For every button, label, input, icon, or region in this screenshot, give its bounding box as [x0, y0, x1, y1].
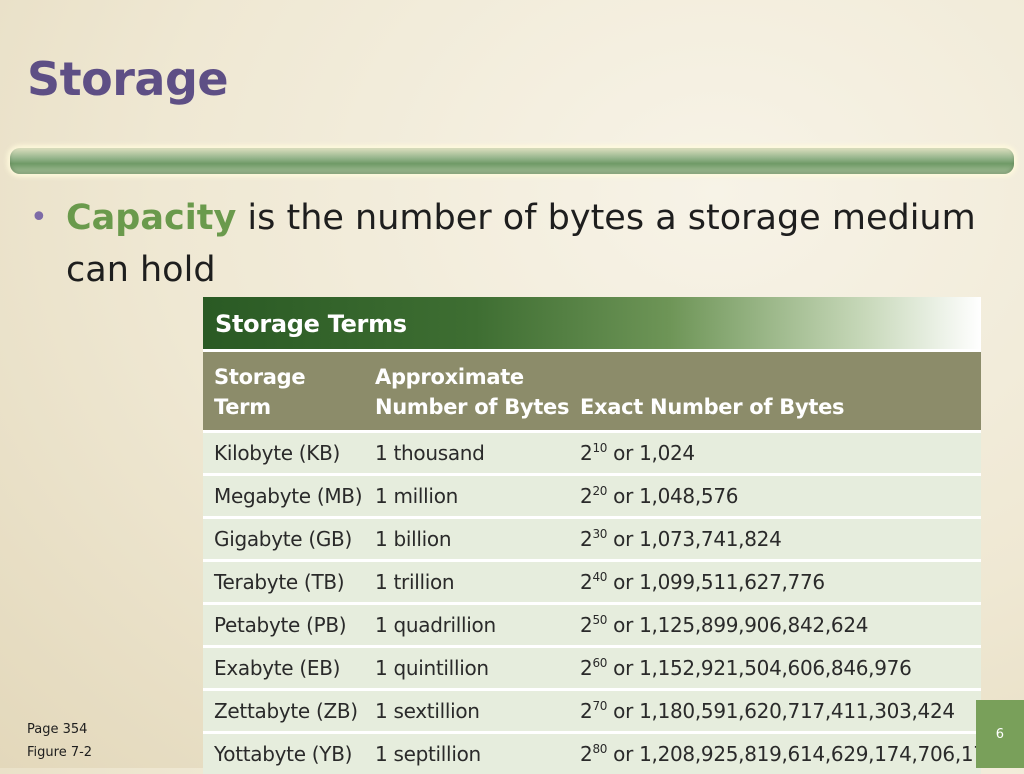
cell-exact: 220 or 1,048,576 [580, 476, 738, 516]
cell-approx: 1 million [375, 484, 459, 508]
cell-term: Zettabyte (ZB) [214, 699, 358, 723]
cell-term: Kilobyte (KB) [214, 441, 341, 465]
cell-exact-exponent: 80 [592, 742, 608, 756]
table-row: Petabyte (PB) 1 quadrillion 250 or 1,125… [203, 605, 981, 645]
cell-exact-value: or 1,208,925,819,614,629,174,706,176 [607, 742, 999, 766]
table-row: Exabyte (EB) 1 quintillion 260 or 1,152,… [203, 648, 981, 688]
table-row: Zettabyte (ZB) 1 sextillion 270 or 1,180… [203, 691, 981, 731]
figure-title: Storage Terms [203, 297, 981, 349]
cell-exact-value: or 1,099,511,627,776 [607, 570, 825, 594]
cell-exact-exponent: 30 [592, 527, 608, 541]
cell-exact-value: or 1,024 [607, 441, 695, 465]
cell-exact-exponent: 20 [592, 484, 608, 498]
cell-term: Yottabyte (YB) [214, 742, 353, 766]
cell-exact: 240 or 1,099,511,627,776 [580, 562, 825, 602]
bullet-point: • Capacity is the number of bytes a stor… [30, 192, 1005, 296]
header-exact: Exact Number of Bytes [580, 395, 845, 419]
cell-exact-base: 2 [580, 699, 593, 723]
cell-exact-base: 2 [580, 656, 593, 680]
bullet-icon: • [30, 200, 48, 235]
table-row: Kilobyte (KB) 1 thousand 210 or 1,024 [203, 433, 981, 473]
cell-approx: 1 trillion [375, 570, 455, 594]
cell-exact-value: or 1,180,591,620,717,411,303,424 [607, 699, 955, 723]
storage-terms-figure: Storage Terms Storage Term Approximate N… [203, 297, 998, 774]
cell-exact-value: or 1,125,899,906,842,624 [607, 613, 869, 637]
cell-exact-base: 2 [580, 613, 593, 637]
cell-exact-exponent: 50 [592, 613, 608, 627]
cell-term: Terabyte (TB) [214, 570, 345, 594]
table-row: Terabyte (TB) 1 trillion 240 or 1,099,51… [203, 562, 981, 602]
slide-number: 6 [995, 727, 1004, 742]
cell-exact: 280 or 1,208,925,819,614,629,174,706,176 [580, 734, 998, 774]
table-row: Gigabyte (GB) 1 billion 230 or 1,073,741… [203, 519, 981, 559]
cell-exact-value: or 1,073,741,824 [607, 527, 782, 551]
cell-term: Gigabyte (GB) [214, 527, 352, 551]
cell-exact-exponent: 70 [592, 699, 608, 713]
cell-exact: 250 or 1,125,899,906,842,624 [580, 605, 868, 645]
header-approx-line1: Approximate [375, 365, 524, 389]
cell-approx: 1 sextillion [375, 699, 480, 723]
slide-title: Storage [27, 52, 229, 106]
cell-exact-value: or 1,152,921,504,606,846,976 [607, 656, 912, 680]
cell-exact-base: 2 [580, 570, 593, 594]
cell-exact-base: 2 [580, 441, 593, 465]
cell-exact: 230 or 1,073,741,824 [580, 519, 782, 559]
table-row: Megabyte (MB) 1 million 220 or 1,048,576 [203, 476, 981, 516]
cell-exact-exponent: 10 [592, 441, 608, 455]
table-body: Kilobyte (KB) 1 thousand 210 or 1,024 Me… [203, 433, 998, 774]
cell-exact-exponent: 40 [592, 570, 608, 584]
figure-reference: Figure 7-2 [27, 745, 93, 760]
title-divider [10, 148, 1014, 174]
cell-approx: 1 septillion [375, 742, 481, 766]
cell-exact-base: 2 [580, 742, 593, 766]
cell-approx: 1 quadrillion [375, 613, 496, 637]
page-reference: Page 354 [27, 722, 88, 737]
cell-term: Megabyte (MB) [214, 484, 363, 508]
bullet-highlight: Capacity [66, 198, 237, 238]
header-approx-line2: Number of Bytes [375, 395, 570, 419]
cell-term: Petabyte (PB) [214, 613, 347, 637]
cell-exact-base: 2 [580, 527, 593, 551]
cell-exact: 260 or 1,152,921,504,606,846,976 [580, 648, 912, 688]
cell-exact-exponent: 60 [592, 656, 608, 670]
table-header: Storage Term Approximate Number of Bytes… [203, 349, 981, 430]
header-storage-term-line2: Term [214, 395, 271, 419]
header-storage-term-line1: Storage [214, 365, 306, 389]
cell-exact: 270 or 1,180,591,620,717,411,303,424 [580, 691, 955, 731]
cell-approx: 1 billion [375, 527, 452, 551]
cell-exact-base: 2 [580, 484, 593, 508]
cell-exact: 210 or 1,024 [580, 433, 695, 473]
cell-exact-value: or 1,048,576 [607, 484, 739, 508]
cell-approx: 1 thousand [375, 441, 485, 465]
table-row: Yottabyte (YB) 1 septillion 280 or 1,208… [203, 734, 998, 774]
cell-term: Exabyte (EB) [214, 656, 341, 680]
cell-approx: 1 quintillion [375, 656, 489, 680]
